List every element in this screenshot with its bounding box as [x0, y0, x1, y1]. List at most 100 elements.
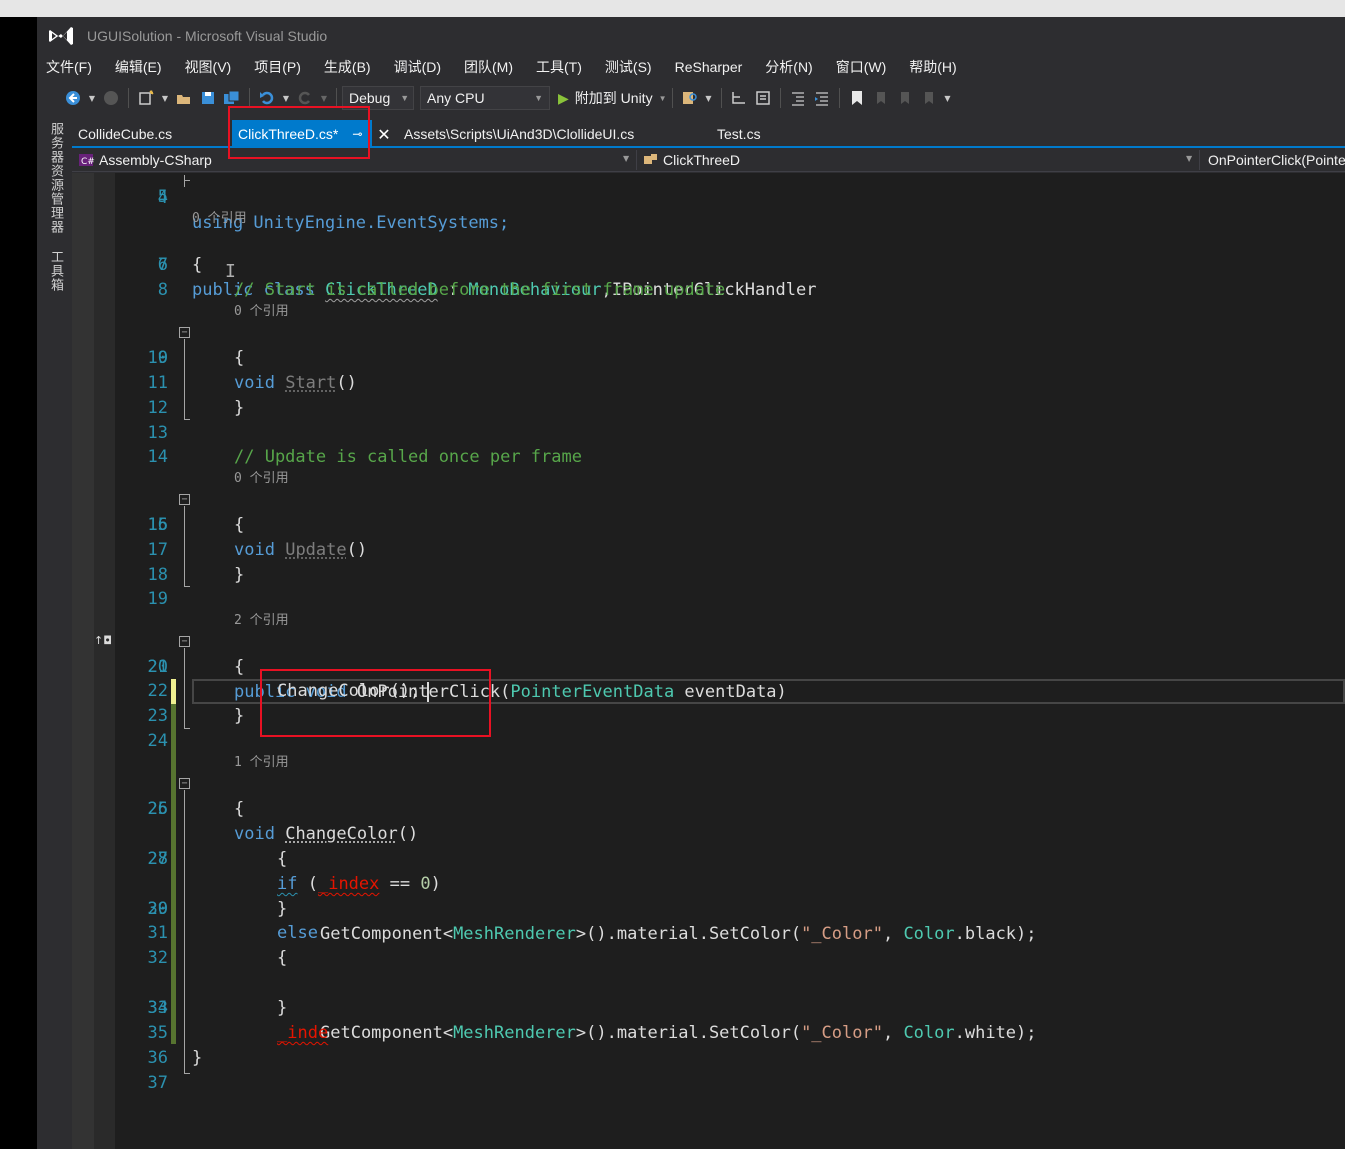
class-select[interactable]: ClickThreeD: [642, 150, 1187, 170]
save-all-icon[interactable]: [223, 89, 241, 107]
menu-debug[interactable]: 调试(D): [394, 57, 441, 77]
menu-team[interactable]: 团队(M): [464, 57, 513, 77]
codelens-references[interactable]: 0 个引用: [72, 210, 1345, 227]
redo-icon[interactable]: [296, 89, 314, 107]
open-file-icon[interactable]: [175, 89, 193, 107]
code-line: 26 {: [72, 797, 1345, 822]
tab-clollideui[interactable]: Assets\Scripts\UiAnd3D\ClollideUI.cs: [398, 120, 640, 148]
undo-icon[interactable]: [258, 89, 276, 107]
nav-divider: [1199, 150, 1200, 170]
tab-collidecube[interactable]: CollideCube.cs: [72, 120, 178, 148]
keyword: else: [277, 923, 318, 943]
svg-text:C#: C#: [81, 157, 95, 167]
line-number: 26: [147, 799, 168, 819]
line-number: 7: [157, 255, 168, 275]
line-number: 13: [147, 423, 168, 443]
chevron-down-icon: ▼: [534, 93, 543, 103]
code-line: 8 // Start is called before the first fra…: [72, 278, 1345, 303]
codelens-label: 1 个引用: [234, 755, 289, 770]
line-number: 34: [147, 998, 168, 1018]
indent-icon[interactable]: [813, 89, 831, 107]
code-editor[interactable]: − − − − ↑◘ 4 using UnityEngine.EventSyst…: [72, 173, 1345, 1149]
solution-explorer-icon[interactable]: [730, 89, 748, 107]
menu-build[interactable]: 生成(B): [324, 57, 371, 77]
line-number: 32: [147, 948, 168, 968]
toolbar-options-icon[interactable]: ▼: [944, 89, 952, 107]
dropdown-arrow-icon[interactable]: ▼: [161, 89, 169, 107]
toolbar-separator: [671, 88, 673, 108]
title-bar: UGUISolution - Microsoft Visual Studio: [37, 17, 1345, 55]
code-content: }: [234, 398, 245, 418]
line-number: 10: [147, 348, 168, 368]
code-content: {: [277, 849, 288, 869]
code-line: 30}: [72, 897, 1345, 922]
solution-platform-select[interactable]: Any CPU ▼: [420, 86, 550, 110]
bookmark-icon[interactable]: [848, 89, 866, 107]
tab-test[interactable]: Test.cs: [711, 120, 767, 148]
codelens-references[interactable]: 0 个引用: [72, 303, 1345, 320]
screen-left-edge: [0, 17, 37, 1149]
save-icon[interactable]: [199, 89, 217, 107]
codelens-references[interactable]: 2 个引用: [72, 612, 1345, 629]
line-number: 16: [147, 515, 168, 535]
prev-bookmark-icon[interactable]: [872, 89, 890, 107]
chevron-down-icon: ▼: [400, 93, 410, 103]
new-project-icon[interactable]: [137, 89, 155, 107]
line-number: 19: [147, 589, 168, 609]
dropdown-arrow-icon[interactable]: ▼: [282, 89, 290, 107]
line-number: 31: [147, 923, 168, 943]
clear-bookmarks-icon[interactable]: [920, 89, 938, 107]
visual-studio-logo-icon: [49, 27, 73, 45]
nav-divider: [636, 150, 637, 170]
find-in-files-icon[interactable]: [681, 89, 699, 107]
toolbox-tab[interactable]: 工具箱: [47, 250, 66, 292]
attach-to-unity-button[interactable]: ▶ 附加到 Unity ▼: [558, 88, 667, 108]
back-icon[interactable]: [64, 89, 82, 107]
codelens-label: 0 个引用: [234, 304, 289, 319]
menu-project[interactable]: 项目(P): [254, 57, 301, 77]
menu-view[interactable]: 视图(V): [185, 57, 232, 77]
class-icon: [644, 154, 657, 164]
code-content: {: [192, 255, 203, 275]
codelens-references[interactable]: 0 个引用: [72, 470, 1345, 487]
menu-resharper[interactable]: ReSharper: [675, 59, 743, 75]
line-number: 28: [147, 849, 168, 869]
next-bookmark-icon[interactable]: [896, 89, 914, 107]
code-content: {: [277, 948, 288, 968]
code-content: {: [234, 348, 245, 368]
code-line: 25 void ChangeColor(): [72, 772, 1345, 844]
dropdown-arrow-icon[interactable]: ▼: [88, 89, 96, 107]
menu-window[interactable]: 窗口(W): [836, 57, 887, 77]
dropdown-arrow-icon[interactable]: ▼: [320, 89, 328, 107]
play-icon: ▶: [558, 89, 569, 106]
menu-edit[interactable]: 编辑(E): [115, 57, 162, 77]
server-explorer-tab[interactable]: 服务器资源管理器: [47, 122, 66, 234]
line-number: 17: [147, 540, 168, 560]
class-view-icon[interactable]: [754, 89, 772, 107]
close-icon[interactable]: ✕: [374, 124, 394, 144]
code-line: 27 if (_index == 0): [72, 822, 1345, 894]
code-line: 36}: [72, 1046, 1345, 1071]
menu-help[interactable]: 帮助(H): [909, 57, 956, 77]
menu-tools[interactable]: 工具(T): [536, 57, 582, 77]
toolbar-separator: [249, 88, 250, 108]
menu-analyze[interactable]: 分析(N): [765, 57, 812, 77]
outdent-icon[interactable]: [789, 89, 807, 107]
line-number: 12: [147, 398, 168, 418]
member-select[interactable]: OnPointerClick(PointerEventData eventDat…: [1204, 150, 1345, 170]
dropdown-arrow-icon[interactable]: ▼: [705, 89, 713, 107]
line-number: 22: [147, 681, 168, 701]
code-line: 9 void Start(): [72, 321, 1345, 393]
tab-label: Assets\Scripts\UiAnd3D\ClollideUI.cs: [404, 126, 635, 142]
forward-icon[interactable]: [102, 89, 120, 107]
menu-test[interactable]: 测试(S): [605, 57, 652, 77]
code-line: 34}: [72, 996, 1345, 1021]
menu-file[interactable]: 文件(F): [46, 57, 92, 77]
codelens-label: 0 个引用: [192, 211, 247, 226]
code-line: 17: [72, 538, 1345, 563]
code-content: }: [234, 565, 245, 585]
codelens-references[interactable]: 1 个引用: [72, 754, 1345, 771]
comment: // Start is called before the first fram…: [234, 280, 726, 300]
member-label: OnPointerClick(PointerEventData eventDat…: [1208, 152, 1345, 168]
code-line: 14 // Update is called once per frame: [72, 445, 1345, 470]
